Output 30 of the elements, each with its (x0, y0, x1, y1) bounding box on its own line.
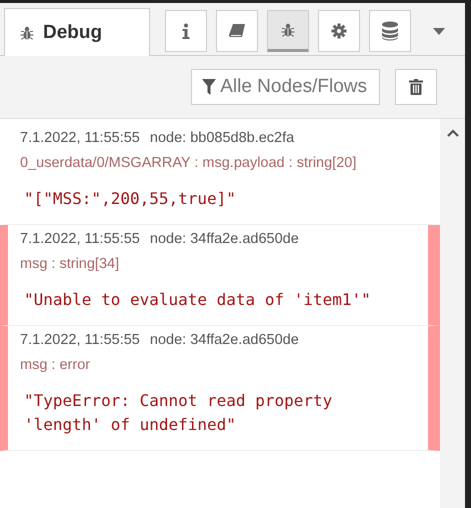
message-payload: "Unable to evaluate data of 'item1'" (24, 289, 372, 312)
gear-icon (331, 22, 347, 38)
database-icon (381, 20, 399, 40)
node-label: node: bb085d8b.ec2fa (150, 130, 294, 146)
bug-icon (280, 22, 296, 38)
info-button[interactable] (165, 10, 207, 52)
time-label: 7.1.2022, 11:55:55 (20, 130, 140, 146)
gear-button[interactable] (318, 10, 360, 52)
book-icon (228, 22, 246, 38)
debug-tab[interactable]: Debug (4, 8, 150, 56)
bug-button[interactable] (267, 10, 309, 52)
time-label: 7.1.2022, 11:55:55 (20, 231, 140, 248)
message-payload: "["MSS:",200,55,true]" (24, 188, 237, 210)
database-button[interactable] (369, 10, 411, 52)
trash-icon (409, 79, 423, 95)
message-topic: msg : error (20, 357, 92, 374)
filter-button[interactable]: Alle Nodes/Flows (191, 69, 380, 105)
info-icon (182, 22, 190, 38)
book-button[interactable] (216, 10, 258, 52)
trash-button[interactable] (395, 69, 437, 105)
scroll-up-icon[interactable] (446, 129, 458, 137)
message-topic: msg : string[34] (20, 256, 120, 272)
message-topic: 0_userdata/0/MSGARRAY : msg.payload : string[20] (20, 155, 358, 171)
bug-icon (19, 24, 35, 40)
dropdown-caret-icon[interactable] (433, 28, 445, 34)
message-payload: "TypeError: Cannot read property 'length' of undefined" (24, 390, 334, 436)
filter-icon (202, 79, 216, 95)
node-label: node: 34ffa2e.ad650de (150, 231, 299, 248)
time-label: 7.1.2022, 11:55:55 (20, 332, 140, 348)
node-label: node: 34ffa2e.ad650de (150, 332, 299, 348)
